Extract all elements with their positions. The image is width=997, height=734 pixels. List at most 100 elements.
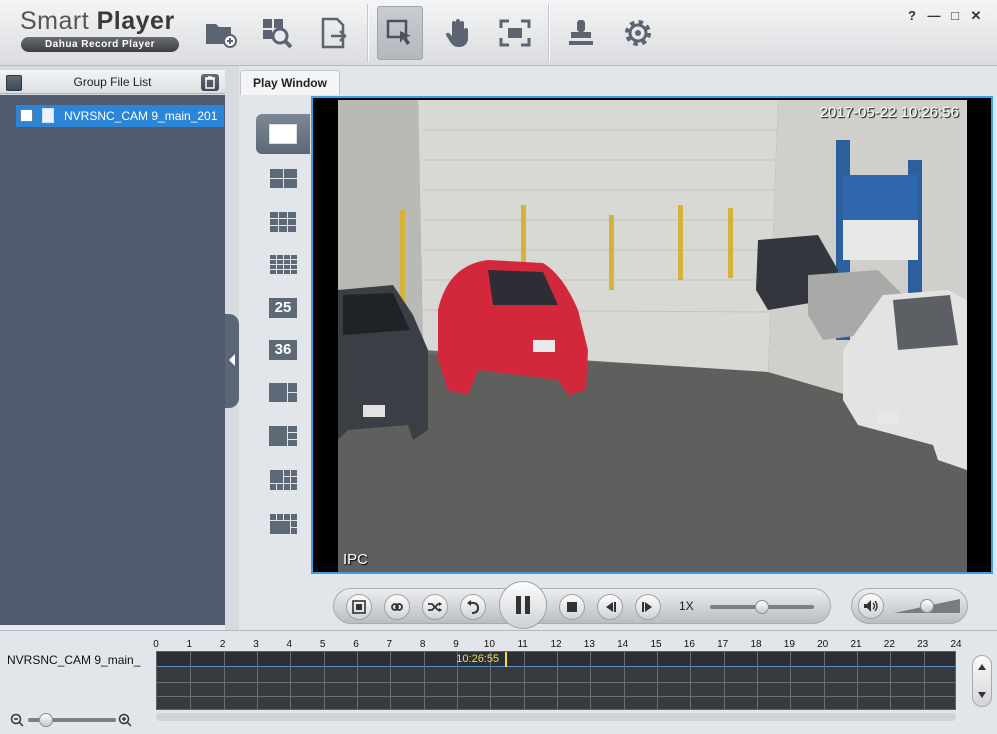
mute-button[interactable]: [858, 593, 884, 619]
previous-frame-button[interactable]: [597, 594, 623, 620]
hand-drag-button[interactable]: [435, 6, 481, 60]
split-1-button[interactable]: [256, 114, 310, 154]
split-custom-c-icon: [269, 470, 297, 490]
tab-play-window[interactable]: Play Window: [240, 70, 340, 95]
delete-button[interactable]: [201, 74, 219, 91]
timeline-hour-label: 18: [750, 639, 762, 650]
minimize-button[interactable]: —: [925, 8, 943, 23]
split-4-icon: [269, 168, 297, 188]
timeline-hour-label: 21: [850, 639, 862, 650]
volume-control: [851, 588, 968, 624]
split-custom-d-button[interactable]: [256, 504, 310, 544]
split-25-button[interactable]: 25: [256, 288, 310, 328]
timeline-hour-label: 13: [583, 639, 595, 650]
snapshot-button[interactable]: [346, 594, 372, 620]
open-folder-button[interactable]: [197, 6, 243, 60]
timeline-hour-label: 4: [286, 639, 293, 650]
timeline-record-row[interactable]: [157, 652, 955, 667]
split-9-button[interactable]: [256, 202, 310, 242]
app-title-bold: Player: [96, 7, 175, 35]
stop-icon: [567, 602, 577, 612]
chevron-up-icon[interactable]: [978, 664, 986, 670]
search-file-button[interactable]: [253, 6, 299, 60]
zoom-out-icon[interactable]: [10, 713, 24, 727]
app-subtitle: Dahua Record Player: [21, 37, 179, 52]
split-16-button[interactable]: [256, 244, 310, 284]
video-channel-label: IPC: [343, 551, 369, 568]
video-file-icon: [42, 108, 54, 123]
timeline-hour-label: 16: [683, 639, 695, 650]
sync-play-button[interactable]: [422, 594, 448, 620]
split-custom-b-icon: [269, 426, 297, 446]
group-file-list-title: Group File List: [73, 75, 152, 89]
timeline-hour-line: [923, 652, 925, 709]
stamp-button[interactable]: [558, 6, 604, 60]
select-tool-button[interactable]: [377, 6, 423, 60]
timeline-hour-line: [890, 652, 892, 709]
select-cursor-icon: [386, 19, 411, 45]
file-list: NVRSNC_CAM 9_main_201: [0, 95, 225, 625]
next-frame-button[interactable]: [635, 594, 661, 620]
stop-button[interactable]: [559, 594, 585, 620]
timeline-hour-label: 23: [917, 639, 929, 650]
app-title-light: Smart: [20, 7, 97, 35]
split-custom-a-button[interactable]: [256, 372, 310, 412]
split-9-icon: [270, 212, 296, 232]
close-button[interactable]: ✕: [967, 8, 985, 24]
playback-control-bar: 1X: [333, 581, 831, 629]
speed-slider-handle[interactable]: [755, 600, 769, 614]
settings-gear-icon: [625, 20, 651, 46]
shuffle-icon: [428, 602, 442, 612]
timeline-zoom-control: [10, 713, 134, 727]
timeline-scrollbar[interactable]: [156, 713, 956, 721]
timeline-hour-label: 11: [517, 639, 528, 650]
timeline-hour-line: [757, 652, 758, 709]
speaker-icon: [864, 600, 878, 612]
timeline-playhead[interactable]: [505, 652, 508, 667]
list-item[interactable]: NVRSNC_CAM 9_main_201: [16, 105, 224, 127]
timeline-vertical-scroll[interactable]: [972, 655, 992, 707]
timeline-grid[interactable]: 10:26:55: [156, 651, 956, 710]
timeline-hour-line: [690, 652, 692, 709]
timeline-row-line: [157, 682, 955, 683]
timeline-hour-line: [823, 652, 825, 709]
timeline-hour-line: [423, 652, 425, 709]
fit-screen-button[interactable]: [492, 6, 538, 60]
chevron-down-icon[interactable]: [978, 692, 986, 698]
timeline-hour-line: [723, 652, 725, 709]
open-folder-icon: [206, 24, 237, 48]
undo-arrow-icon: [467, 600, 480, 614]
collapse-panel-button[interactable]: [225, 314, 239, 408]
top-toolbar: Smart Player Dahua Record Player ? — □ ✕: [0, 0, 997, 66]
timeline-hour-line: [623, 652, 625, 709]
timeline-hour-line: [190, 652, 192, 709]
video-window[interactable]: 2017-05-22 10:26:56 IPC: [311, 96, 993, 574]
split-custom-c-button[interactable]: [256, 460, 310, 500]
rewind-button[interactable]: [460, 594, 486, 620]
pause-button[interactable]: [499, 581, 547, 629]
timeline-hour-label: 19: [783, 639, 795, 650]
maximize-button[interactable]: □: [946, 8, 964, 23]
settings-button[interactable]: [615, 6, 661, 60]
app-brand: Smart Player Dahua Record Player: [20, 7, 179, 52]
split-1-icon: [269, 124, 297, 144]
export-button[interactable]: [311, 6, 357, 60]
pause-icon: [516, 596, 530, 614]
file-checkbox[interactable]: [20, 109, 33, 122]
split-custom-b-button[interactable]: [256, 416, 310, 456]
zoom-slider-handle[interactable]: [38, 713, 53, 727]
help-button[interactable]: ?: [903, 8, 921, 23]
timeline-hour-label: 14: [617, 639, 629, 650]
timeline-hour-label: 22: [883, 639, 895, 650]
loop-button[interactable]: [384, 594, 410, 620]
timeline-hour-line: [523, 652, 525, 709]
timeline-hour-label: 8: [419, 639, 426, 650]
volume-slider-handle[interactable]: [920, 599, 934, 613]
split-36-button[interactable]: 36: [256, 330, 310, 370]
split-16-icon: [269, 254, 297, 274]
timeline-hour-label: 1: [186, 639, 193, 650]
timeline-hour-line: [657, 652, 658, 709]
zoom-in-icon[interactable]: [118, 713, 132, 727]
search-file-icon: [263, 19, 293, 49]
split-4-button[interactable]: [256, 158, 310, 198]
